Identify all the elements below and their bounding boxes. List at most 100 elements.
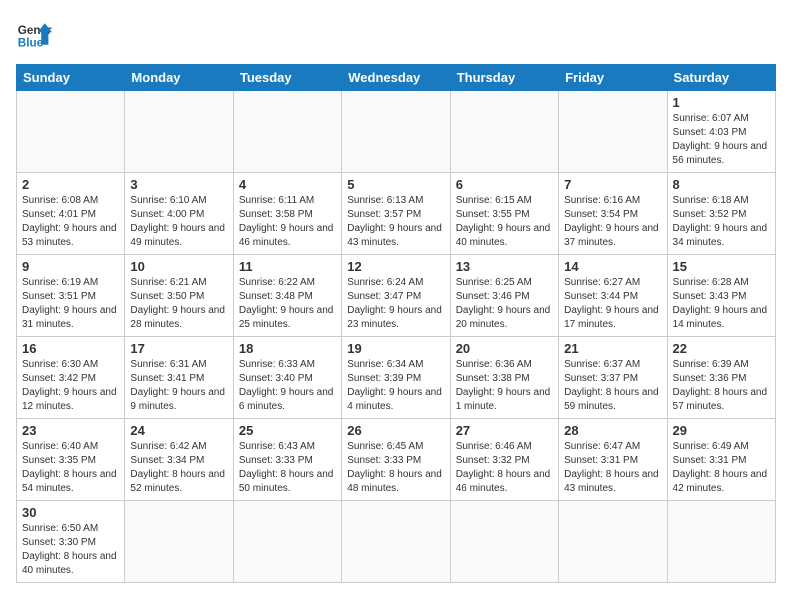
- day-cell: 15Sunrise: 6:28 AM Sunset: 3:43 PM Dayli…: [667, 255, 775, 337]
- day-header-saturday: Saturday: [667, 65, 775, 91]
- day-info: Sunrise: 6:22 AM Sunset: 3:48 PM Dayligh…: [239, 276, 336, 332]
- day-info: Sunrise: 6:30 AM Sunset: 3:42 PM Dayligh…: [22, 358, 119, 414]
- day-cell: 10 Sunrise: 6:21 AM Sunset: 3:50 PM Dayli…: [125, 255, 233, 337]
- day-number: 12: [347, 259, 444, 274]
- day-info: Sunrise: 6:33 AM Sunset: 3:40 PM Dayligh…: [239, 358, 336, 414]
- day-number: 30: [22, 505, 119, 520]
- day-info: Sunrise: 6:18 AM Sunset: 3:52 PM Dayligh…: [673, 194, 770, 250]
- day-cell: [125, 501, 233, 583]
- day-cell: 12 Sunrise: 6:24 AM Sunset: 3:47 PM Dayli…: [342, 255, 450, 337]
- day-cell: [233, 501, 341, 583]
- day-cell: 21Sunrise: 6:37 AM Sunset: 3:37 PM Dayli…: [559, 337, 667, 419]
- day-cell: 29Sunrise: 6:49 AM Sunset: 3:31 PM Dayli…: [667, 419, 775, 501]
- day-number: 21: [564, 341, 661, 356]
- day-number: 5: [347, 177, 444, 192]
- day-info: Sunrise: 6:13 AM Sunset: 3:57 PM Dayligh…: [347, 194, 444, 250]
- day-cell: 7 Sunrise: 6:16 AM Sunset: 3:54 PM Daylig…: [559, 173, 667, 255]
- day-info: Sunrise: 6:10 AM Sunset: 4:00 PM Dayligh…: [130, 194, 227, 250]
- day-info: Sunrise: 6:08 AM Sunset: 4:01 PM Dayligh…: [22, 194, 119, 250]
- day-cell: 18Sunrise: 6:33 AM Sunset: 3:40 PM Dayli…: [233, 337, 341, 419]
- logo-icon: General Blue: [16, 16, 52, 52]
- day-cell: 19 Sunrise: 6:34 AM Sunset: 3:39 PM Dayli…: [342, 337, 450, 419]
- logo: General Blue: [16, 16, 64, 52]
- day-header-sunday: Sunday: [17, 65, 125, 91]
- day-cell: 17 Sunrise: 6:31 AM Sunset: 3:41 PM Dayli…: [125, 337, 233, 419]
- day-cell: 30Sunrise: 6:50 AM Sunset: 3:30 PM Dayli…: [17, 501, 125, 583]
- day-cell: 24 Sunrise: 6:42 AM Sunset: 3:34 PM Dayli…: [125, 419, 233, 501]
- day-info: Sunrise: 6:24 AM Sunset: 3:47 PM Dayligh…: [347, 276, 444, 332]
- day-info: Sunrise: 6:47 AM Sunset: 3:31 PM Dayligh…: [564, 440, 661, 496]
- week-row-5: 23Sunrise: 6:40 AM Sunset: 3:35 PM Dayli…: [17, 419, 776, 501]
- day-number: 19: [347, 341, 444, 356]
- day-cell: [17, 91, 125, 173]
- day-number: 24: [130, 423, 227, 438]
- week-row-3: 9Sunrise: 6:19 AM Sunset: 3:51 PM Daylig…: [17, 255, 776, 337]
- day-info: Sunrise: 6:42 AM Sunset: 3:34 PM Dayligh…: [130, 440, 227, 496]
- day-info: Sunrise: 6:43 AM Sunset: 3:33 PM Dayligh…: [239, 440, 336, 496]
- day-info: Sunrise: 6:27 AM Sunset: 3:44 PM Dayligh…: [564, 276, 661, 332]
- day-number: 6: [456, 177, 553, 192]
- day-cell: 26 Sunrise: 6:45 AM Sunset: 3:33 PM Dayli…: [342, 419, 450, 501]
- day-header-tuesday: Tuesday: [233, 65, 341, 91]
- day-cell: [559, 91, 667, 173]
- page-header: General Blue: [16, 16, 776, 52]
- day-cell: [125, 91, 233, 173]
- day-cell: 11 Sunrise: 6:22 AM Sunset: 3:48 PM Dayli…: [233, 255, 341, 337]
- day-info: Sunrise: 6:31 AM Sunset: 3:41 PM Dayligh…: [130, 358, 227, 414]
- day-cell: 14Sunrise: 6:27 AM Sunset: 3:44 PM Dayli…: [559, 255, 667, 337]
- day-number: 27: [456, 423, 553, 438]
- day-cell: [233, 91, 341, 173]
- day-number: 25: [239, 423, 336, 438]
- day-number: 26: [347, 423, 444, 438]
- day-info: Sunrise: 6:15 AM Sunset: 3:55 PM Dayligh…: [456, 194, 553, 250]
- day-cell: 23Sunrise: 6:40 AM Sunset: 3:35 PM Dayli…: [17, 419, 125, 501]
- day-cell: 28 Sunrise: 6:47 AM Sunset: 3:31 PM Dayli…: [559, 419, 667, 501]
- day-cell: 1Sunrise: 6:07 AM Sunset: 4:03 PM Daylig…: [667, 91, 775, 173]
- day-cell: 2Sunrise: 6:08 AM Sunset: 4:01 PM Daylig…: [17, 173, 125, 255]
- day-cell: 6 Sunrise: 6:15 AM Sunset: 3:55 PM Daylig…: [450, 173, 558, 255]
- day-header-thursday: Thursday: [450, 65, 558, 91]
- day-cell: [450, 91, 558, 173]
- day-cell: 25 Sunrise: 6:43 AM Sunset: 3:33 PM Dayli…: [233, 419, 341, 501]
- week-row-6: 30Sunrise: 6:50 AM Sunset: 3:30 PM Dayli…: [17, 501, 776, 583]
- day-number: 17: [130, 341, 227, 356]
- day-number: 13: [456, 259, 553, 274]
- day-info: Sunrise: 6:45 AM Sunset: 3:33 PM Dayligh…: [347, 440, 444, 496]
- day-cell: [450, 501, 558, 583]
- day-number: 16: [22, 341, 119, 356]
- day-info: Sunrise: 6:46 AM Sunset: 3:32 PM Dayligh…: [456, 440, 553, 496]
- day-number: 23: [22, 423, 119, 438]
- calendar-table: SundayMondayTuesdayWednesdayThursdayFrid…: [16, 64, 776, 583]
- day-info: Sunrise: 6:34 AM Sunset: 3:39 PM Dayligh…: [347, 358, 444, 414]
- day-info: Sunrise: 6:21 AM Sunset: 3:50 PM Dayligh…: [130, 276, 227, 332]
- day-info: Sunrise: 6:19 AM Sunset: 3:51 PM Dayligh…: [22, 276, 119, 332]
- day-cell: 27 Sunrise: 6:46 AM Sunset: 3:32 PM Dayli…: [450, 419, 558, 501]
- day-cell: 9Sunrise: 6:19 AM Sunset: 3:51 PM Daylig…: [17, 255, 125, 337]
- week-row-4: 16 Sunrise: 6:30 AM Sunset: 3:42 PM Dayli…: [17, 337, 776, 419]
- day-number: 11: [239, 259, 336, 274]
- day-info: Sunrise: 6:39 AM Sunset: 3:36 PM Dayligh…: [673, 358, 770, 414]
- day-cell: [342, 501, 450, 583]
- week-row-1: 1Sunrise: 6:07 AM Sunset: 4:03 PM Daylig…: [17, 91, 776, 173]
- day-number: 4: [239, 177, 336, 192]
- day-number: 28: [564, 423, 661, 438]
- day-header-monday: Monday: [125, 65, 233, 91]
- week-row-2: 2Sunrise: 6:08 AM Sunset: 4:01 PM Daylig…: [17, 173, 776, 255]
- day-number: 29: [673, 423, 770, 438]
- day-info: Sunrise: 6:25 AM Sunset: 3:46 PM Dayligh…: [456, 276, 553, 332]
- day-info: Sunrise: 6:28 AM Sunset: 3:43 PM Dayligh…: [673, 276, 770, 332]
- day-number: 8: [673, 177, 770, 192]
- day-number: 20: [456, 341, 553, 356]
- svg-text:Blue: Blue: [18, 37, 44, 50]
- day-cell: [559, 501, 667, 583]
- day-cell: 22Sunrise: 6:39 AM Sunset: 3:36 PM Dayli…: [667, 337, 775, 419]
- day-cell: 3 Sunrise: 6:10 AM Sunset: 4:00 PM Daylig…: [125, 173, 233, 255]
- day-cell: 8 Sunrise: 6:18 AM Sunset: 3:52 PM Daylig…: [667, 173, 775, 255]
- day-number: 10: [130, 259, 227, 274]
- day-number: 7: [564, 177, 661, 192]
- days-header-row: SundayMondayTuesdayWednesdayThursdayFrid…: [17, 65, 776, 91]
- day-number: 1: [673, 95, 770, 110]
- day-cell: 4Sunrise: 6:11 AM Sunset: 3:58 PM Daylig…: [233, 173, 341, 255]
- day-number: 3: [130, 177, 227, 192]
- day-info: Sunrise: 6:16 AM Sunset: 3:54 PM Dayligh…: [564, 194, 661, 250]
